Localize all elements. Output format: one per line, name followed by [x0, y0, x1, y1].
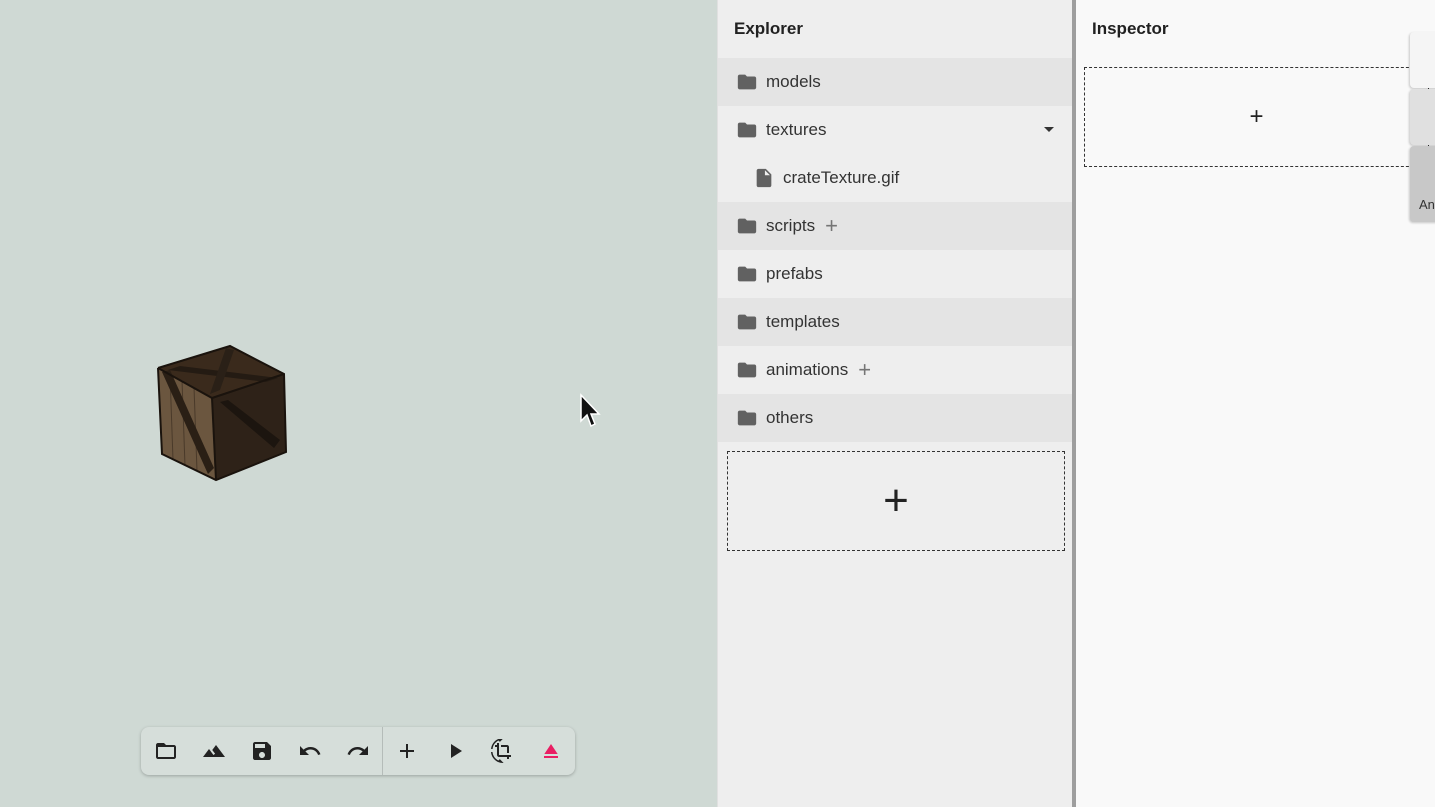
plus-icon: + [1249, 103, 1264, 130]
side-tab-2[interactable] [1410, 89, 1435, 145]
save-icon [252, 742, 271, 760]
play-button[interactable] [431, 727, 479, 775]
side-tabs: An [1410, 32, 1435, 222]
folder-icon [736, 71, 758, 93]
folder-label: models [766, 72, 821, 91]
folder-templates[interactable]: templates [718, 298, 1072, 346]
folder-icon [155, 743, 176, 759]
file-cratetexture[interactable]: crateTexture.gif [718, 154, 1072, 202]
redo-button[interactable] [334, 727, 382, 775]
add-script-button[interactable]: + [825, 215, 838, 237]
side-tab-animations[interactable]: An [1410, 146, 1435, 222]
viewport-toolbar [141, 727, 575, 775]
add-animation-button[interactable]: + [858, 359, 871, 381]
file-icon [753, 167, 775, 189]
add-button[interactable] [383, 727, 431, 775]
folder-label: templates [766, 312, 840, 331]
explorer-title: Explorer [734, 19, 803, 38]
folder-icon [736, 263, 758, 285]
inspector-add-dropzone[interactable]: + [1084, 67, 1429, 167]
folder-models[interactable]: models [718, 58, 1072, 106]
mouse-cursor-icon [580, 393, 601, 428]
explorer-panel: Explorer models textures crateTexture.gi… [717, 0, 1072, 807]
folder-label: scripts [766, 216, 816, 235]
explorer-add-dropzone[interactable]: + [727, 451, 1065, 551]
play-icon [451, 744, 463, 758]
side-tab-label: An [1419, 197, 1435, 212]
side-tab-1[interactable] [1410, 32, 1435, 88]
crop-rotate-icon [491, 739, 512, 763]
undo-button[interactable] [286, 727, 334, 775]
undo-icon [299, 746, 321, 755]
folder-prefabs[interactable]: prefabs [718, 250, 1072, 298]
terrain-button[interactable] [190, 727, 238, 775]
crate-model[interactable] [150, 340, 295, 488]
eject-button[interactable] [527, 727, 575, 775]
plus-icon: + [883, 476, 909, 525]
folder-icon [736, 407, 758, 429]
folder-icon [736, 311, 758, 333]
save-button[interactable] [238, 727, 286, 775]
folder-label: textures [766, 120, 827, 139]
inspector-title: Inspector [1092, 19, 1169, 38]
folder-textures[interactable]: textures [718, 106, 1072, 154]
terrain-icon [202, 745, 225, 757]
folder-animations[interactable]: animations + [718, 346, 1072, 394]
scene-viewport[interactable] [0, 0, 717, 807]
inspector-panel: Inspector + [1076, 0, 1435, 807]
folder-label: animations [766, 360, 849, 379]
folder-label: prefabs [766, 264, 823, 283]
folder-scripts[interactable]: scripts + [718, 202, 1072, 250]
folder-icon [736, 119, 758, 141]
caret-down-icon[interactable] [1044, 127, 1054, 132]
folder-icon [736, 215, 758, 237]
crop-rotate-button[interactable] [479, 727, 527, 775]
file-label: crateTexture.gif [783, 168, 900, 187]
eject-icon [544, 744, 559, 758]
folder-label: others [766, 408, 814, 427]
folder-icon [736, 359, 758, 381]
folder-others[interactable]: others [718, 394, 1072, 442]
redo-icon [347, 746, 368, 755]
open-folder-button[interactable] [142, 727, 190, 775]
add-icon [400, 744, 415, 758]
